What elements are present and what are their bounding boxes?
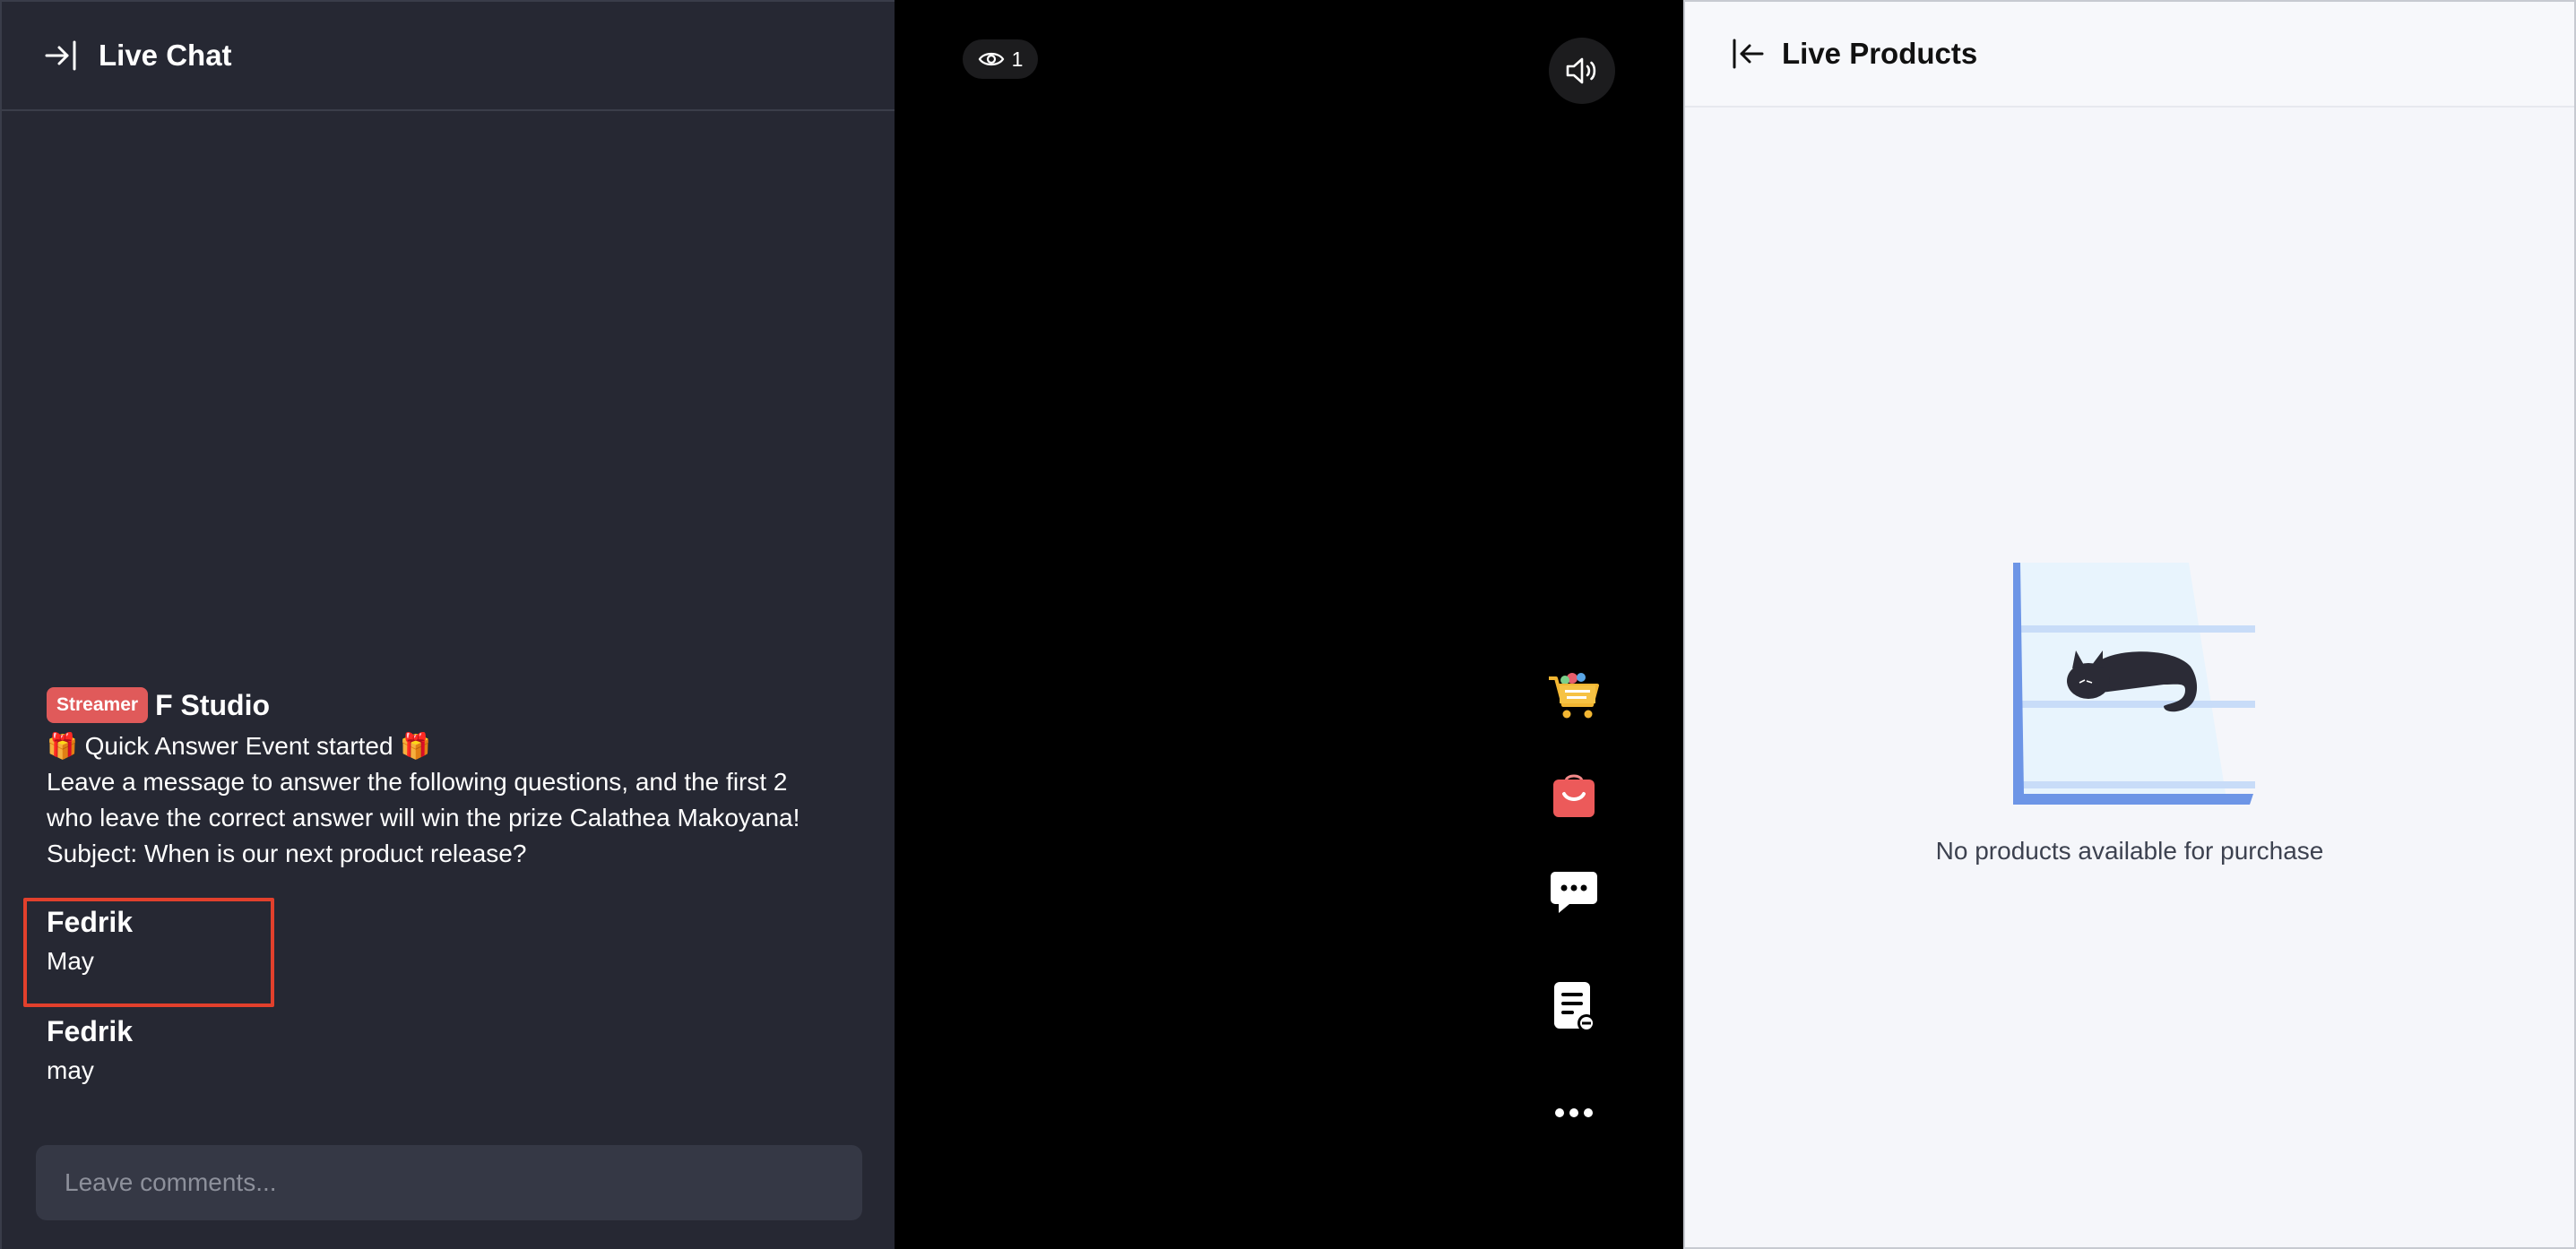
live-products-panel: Live Products No products available for … bbox=[1683, 0, 2576, 1249]
chat-comment: Fedrik may bbox=[47, 1013, 859, 1089]
message-line: Subject: When is our next product releas… bbox=[47, 840, 527, 867]
empty-state-illustration bbox=[2010, 557, 2269, 808]
shopping-bag-icon bbox=[1552, 772, 1596, 819]
products-header: Live Products bbox=[1685, 2, 2574, 108]
message-line: Leave a message to answer the following … bbox=[47, 768, 788, 796]
cart-button[interactable] bbox=[1545, 668, 1603, 725]
eye-icon bbox=[978, 50, 1005, 68]
comment-text: may bbox=[47, 1056, 94, 1084]
more-button[interactable] bbox=[1545, 1084, 1603, 1141]
streamer-message: Streamer F Studio 🎁 Quick Answer Event s… bbox=[47, 687, 859, 872]
more-icon bbox=[1554, 1107, 1594, 1118]
notes-icon bbox=[1551, 980, 1597, 1034]
comment-input[interactable] bbox=[36, 1145, 862, 1220]
cart-icon bbox=[1545, 669, 1603, 723]
chat-bubble-icon bbox=[1550, 870, 1598, 915]
notes-button[interactable] bbox=[1545, 978, 1603, 1036]
collapse-products-icon[interactable] bbox=[1730, 36, 1766, 72]
streamer-message-header: Streamer F Studio bbox=[47, 687, 859, 723]
viewer-count-badge: 1 bbox=[963, 39, 1038, 79]
live-chat-panel: Live Chat Streamer F Studio 🎁 Quick Answ… bbox=[0, 0, 895, 1249]
app-root: Live Chat Streamer F Studio 🎁 Quick Answ… bbox=[0, 0, 2576, 1249]
streamer-name: F Studio bbox=[155, 688, 271, 721]
shop-button[interactable] bbox=[1545, 767, 1603, 824]
comment-username: Fedrik bbox=[47, 1015, 134, 1047]
highlight-box bbox=[23, 898, 274, 1007]
products-title: Live Products bbox=[1782, 37, 1978, 70]
volume-button[interactable] bbox=[1549, 38, 1615, 104]
empty-state-message: No products available for purchase bbox=[1935, 837, 2324, 865]
chat-header: Live Chat bbox=[2, 2, 895, 111]
volume-icon bbox=[1565, 56, 1599, 85]
live-video-panel: 1 bbox=[895, 0, 1683, 1249]
streamer-badge: Streamer bbox=[47, 687, 149, 723]
collapse-panel-icon[interactable] bbox=[43, 38, 79, 73]
chat-message-list: Streamer F Studio 🎁 Quick Answer Event s… bbox=[47, 687, 859, 1089]
chat-title: Live Chat bbox=[99, 39, 232, 72]
message-line: 🎁 Quick Answer Event started 🎁 bbox=[47, 732, 432, 760]
message-line: who leave the correct answer will win th… bbox=[47, 804, 800, 831]
viewer-count: 1 bbox=[1011, 47, 1024, 71]
chat-button[interactable] bbox=[1545, 864, 1603, 921]
